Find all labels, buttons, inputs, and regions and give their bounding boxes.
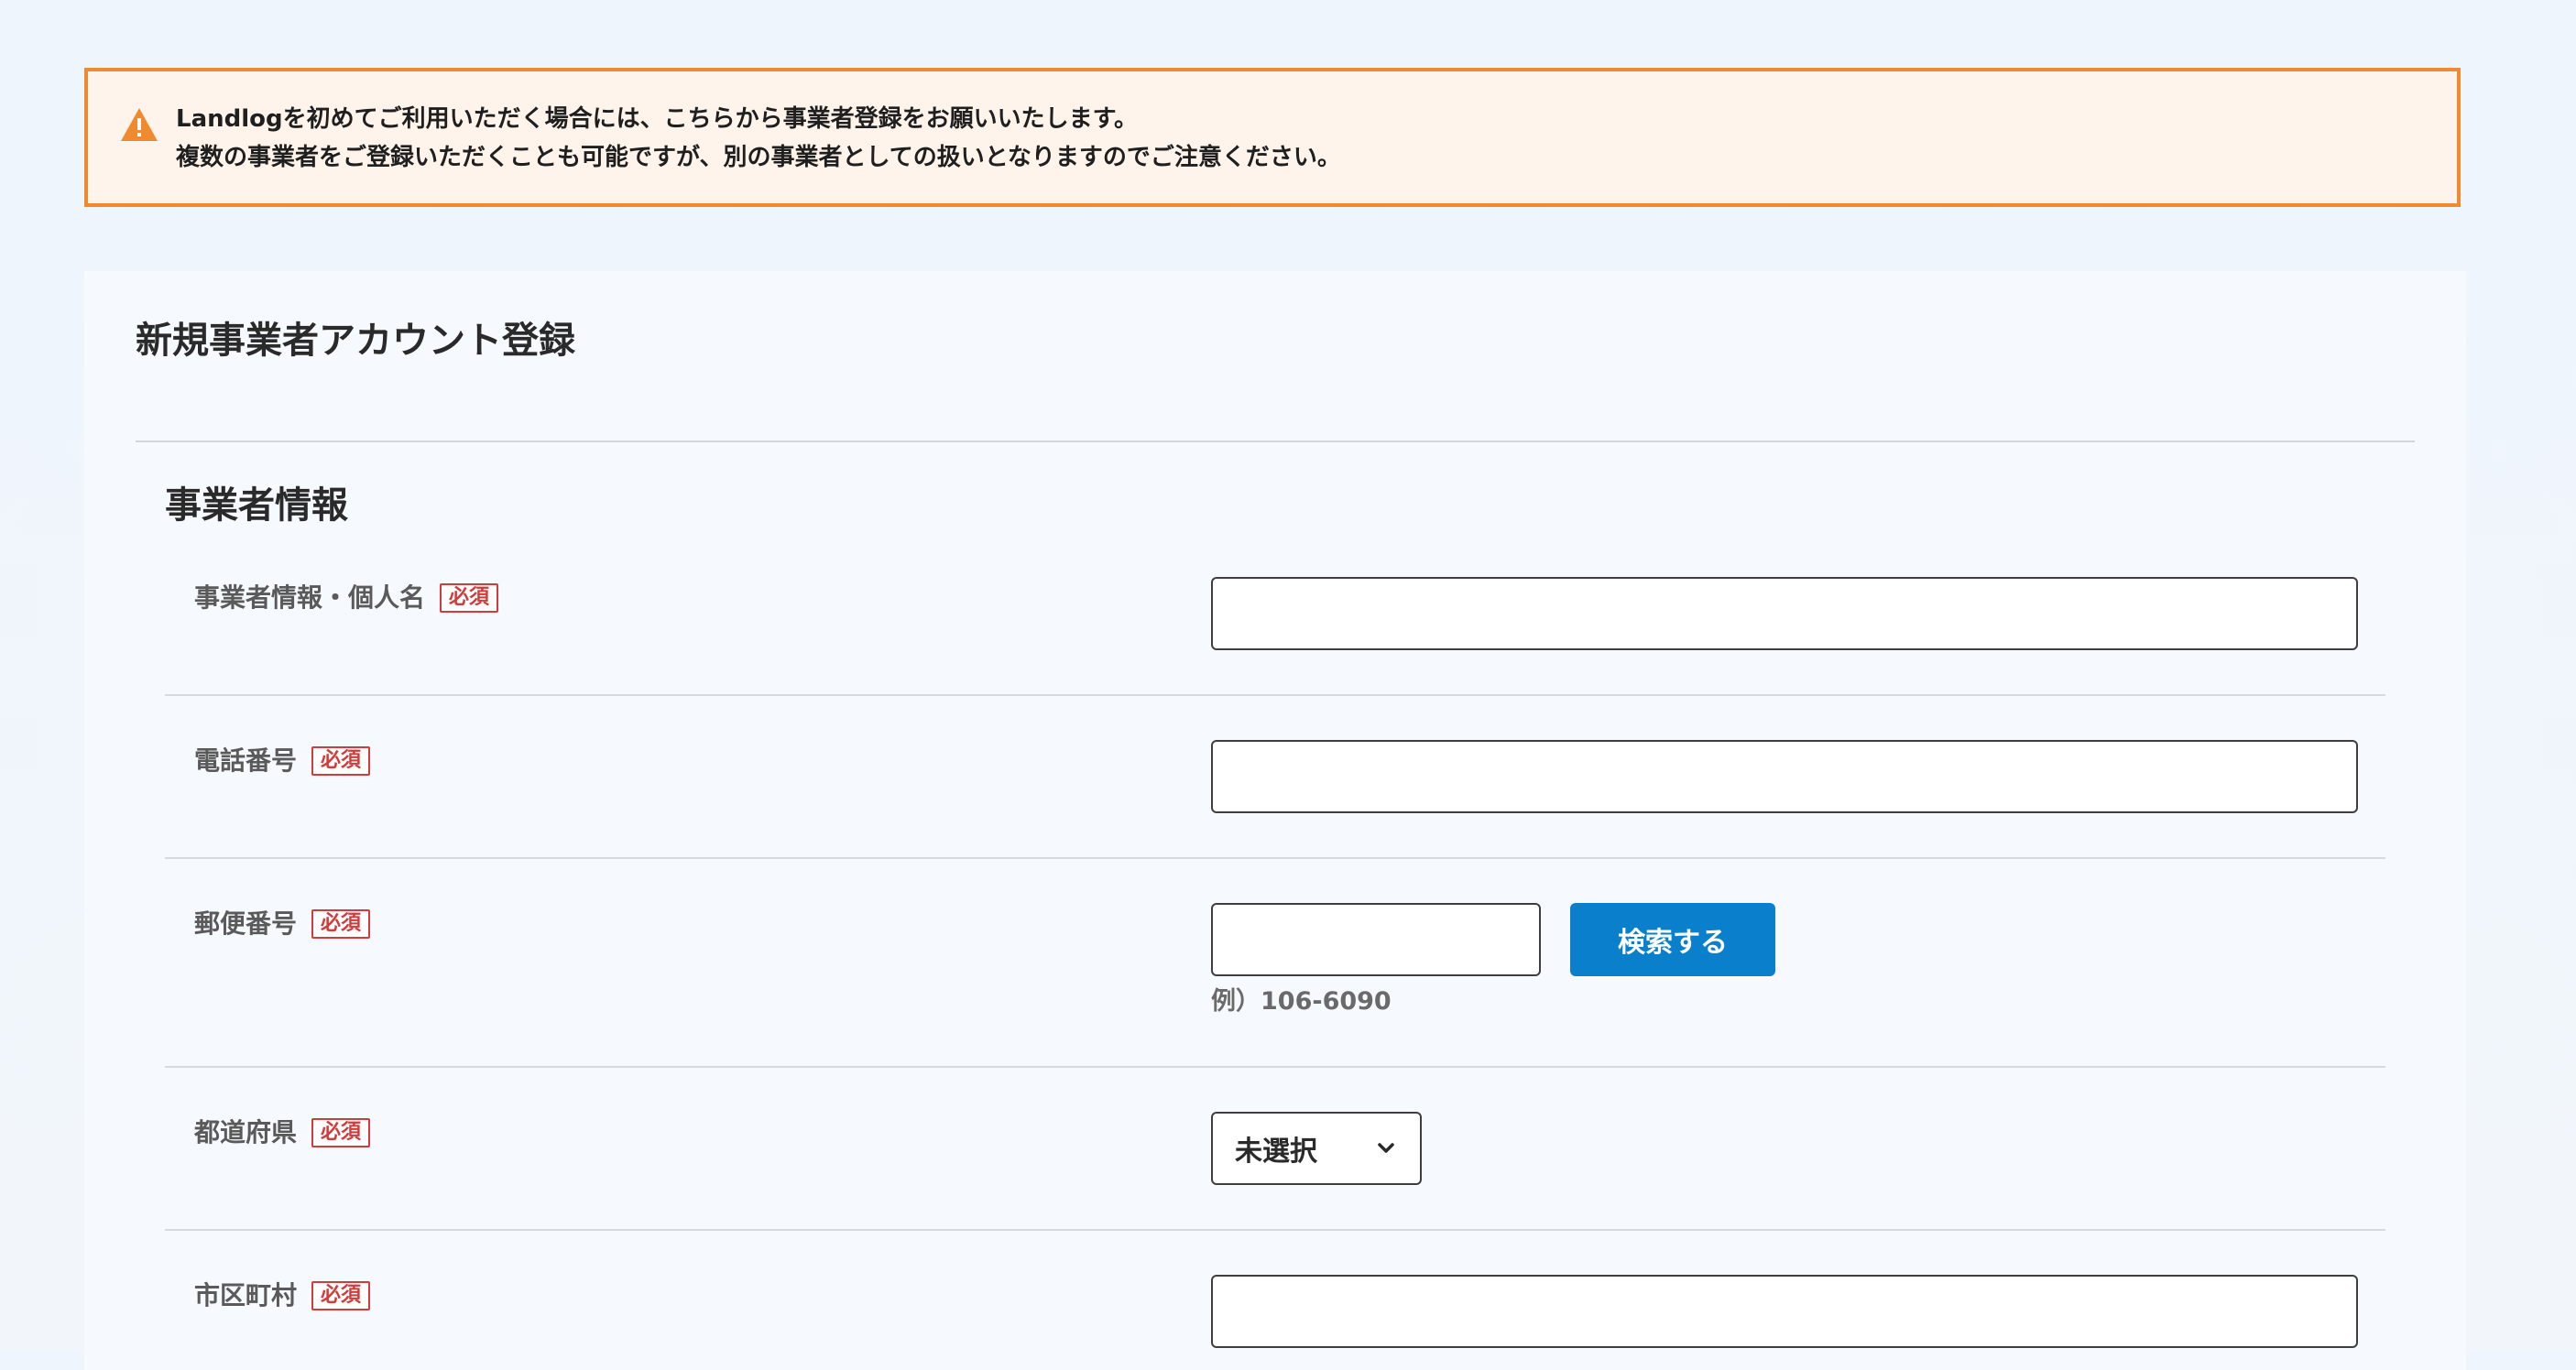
chevron-down-icon <box>1378 1143 1394 1153</box>
phone-label: 電話番号 必須 <box>194 744 371 778</box>
page-title: 新規事業者アカウント登録 <box>136 320 575 362</box>
row-divider <box>165 1066 2385 1068</box>
business-name-label: 事業者情報・個人名 必須 <box>194 581 499 615</box>
phone-input[interactable] <box>1211 740 2358 813</box>
city-label-text: 市区町村 <box>194 1280 298 1310</box>
required-badge: 必須 <box>311 1118 371 1147</box>
required-badge: 必須 <box>311 746 371 776</box>
notice-line-2: 複数の事業者をご登録いただくことも可能ですが、別の事業者としての扱いとなりますの… <box>176 144 1341 171</box>
phone-label-text: 電話番号 <box>194 745 298 776</box>
prefecture-select[interactable]: 未選択 <box>1211 1112 1422 1185</box>
row-divider <box>165 694 2385 696</box>
postal-code-label: 郵便番号 必須 <box>194 907 371 941</box>
row-divider <box>165 857 2385 859</box>
warning-icon <box>121 108 158 141</box>
section-title: 事業者情報 <box>165 484 348 527</box>
business-name-label-text: 事業者情報・個人名 <box>194 582 426 613</box>
postal-code-input[interactable] <box>1211 903 1541 976</box>
postal-code-example: 例）106-6090 <box>1211 987 1392 1016</box>
prefecture-label-text: 都道府県 <box>194 1117 298 1147</box>
prefecture-label: 都道府県 必須 <box>194 1115 371 1150</box>
title-divider <box>136 440 2415 442</box>
city-input[interactable] <box>1211 1275 2358 1348</box>
required-badge: 必須 <box>311 909 371 939</box>
registration-card: 新規事業者アカウント登録 事業者情報 <box>84 271 2466 1370</box>
business-name-input[interactable] <box>1211 577 2358 650</box>
notice-line-1: Landlogを初めてご利用いただく場合には、こちらから事業者登録をお願いいたし… <box>176 105 1139 133</box>
city-label: 市区町村 必須 <box>194 1278 371 1313</box>
warning-notice: Landlogを初めてご利用いただく場合には、こちらから事業者登録をお願いいたし… <box>84 68 2461 207</box>
prefecture-selected-value: 未選択 <box>1235 1136 1317 1168</box>
row-divider <box>165 1229 2385 1231</box>
postal-code-label-text: 郵便番号 <box>194 908 298 939</box>
required-badge: 必須 <box>311 1281 371 1310</box>
required-badge: 必須 <box>440 583 499 613</box>
postal-search-button[interactable]: 検索する <box>1570 903 1775 976</box>
